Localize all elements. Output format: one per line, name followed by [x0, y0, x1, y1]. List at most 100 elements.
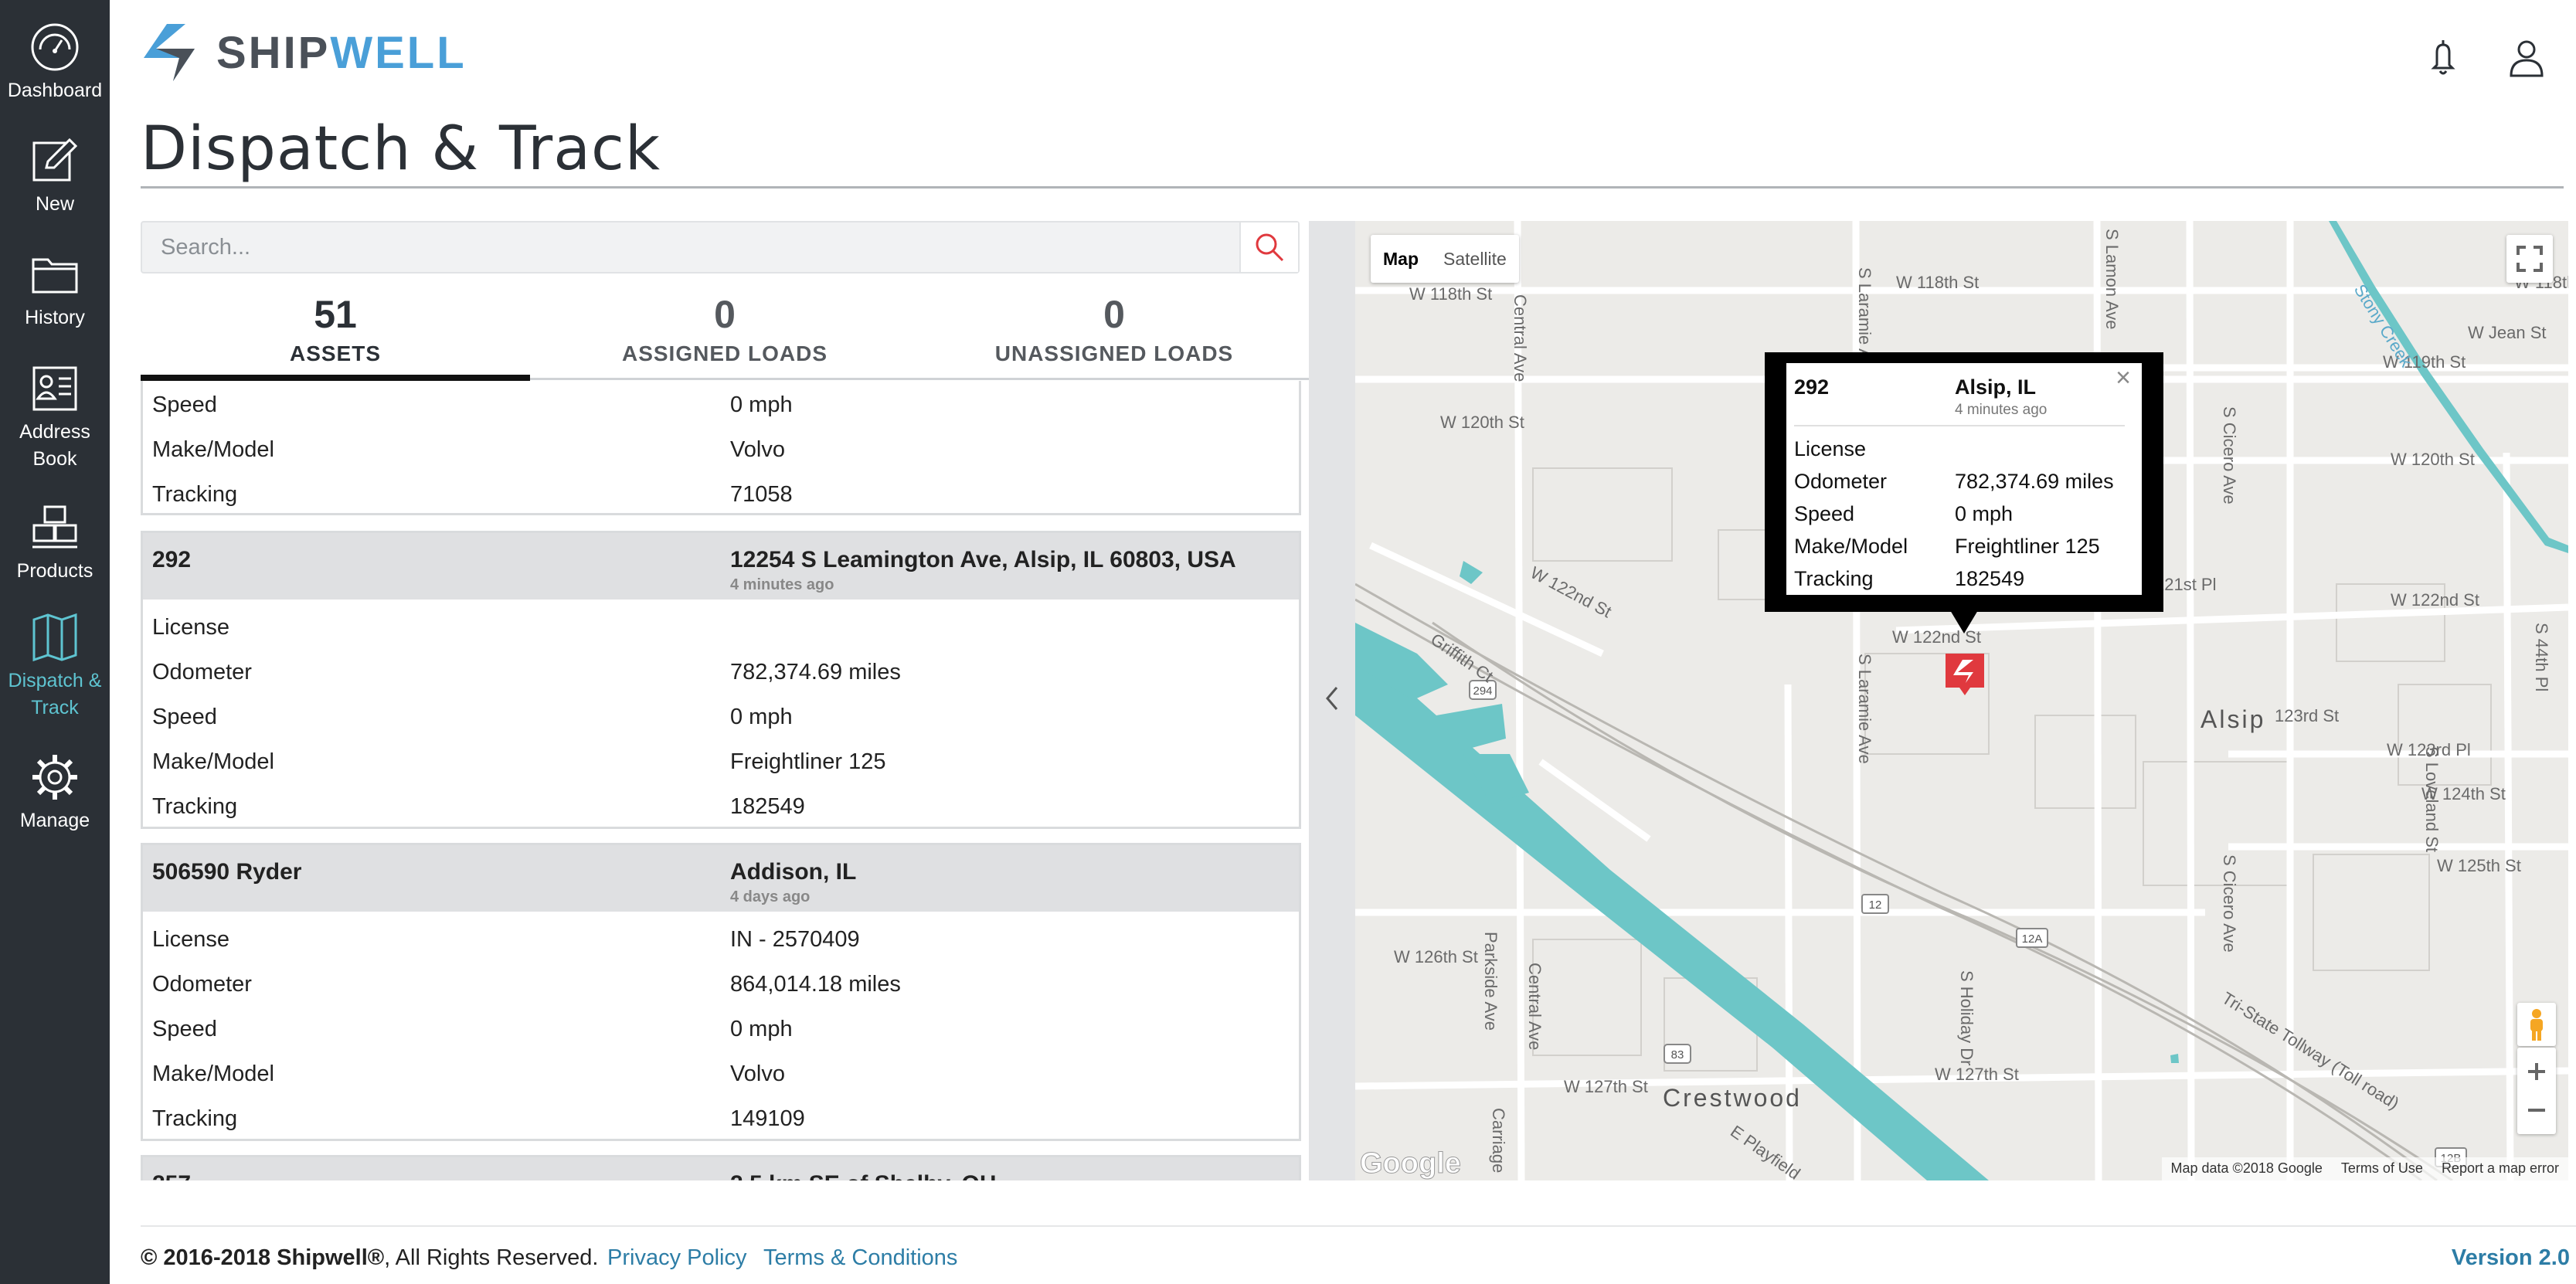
tab-label: ASSETS — [289, 341, 382, 365]
asset-row: Speed 0 mph — [143, 695, 1299, 740]
sidebar-item-new[interactable]: New — [0, 135, 110, 218]
row-key: Tracking — [152, 1106, 238, 1131]
row-value: Volvo — [730, 1062, 785, 1086]
route-shield-12a: 12A — [2022, 932, 2043, 946]
sidebar-item-dashboard[interactable]: Dashboard — [0, 22, 110, 104]
address-book-icon — [32, 366, 77, 411]
user-icon[interactable] — [2505, 36, 2548, 79]
street-label: S Cicero Ave — [2220, 854, 2239, 953]
zoom-out-icon[interactable] — [2523, 1097, 2550, 1123]
info-row: License — [1794, 437, 2134, 461]
info-window-pointer — [1950, 610, 1978, 634]
street-label: W Jean St — [2468, 323, 2546, 342]
info-key: Speed — [1794, 502, 1855, 525]
street-view-button[interactable] — [2517, 1003, 2556, 1046]
info-asset-name: 292 — [1794, 375, 1830, 399]
street-label: Carriage — [1489, 1108, 1508, 1173]
asset-card-header[interactable]: 292 12254 S Leamington Ave, Alsip, IL 60… — [143, 533, 1299, 600]
asset-card[interactable]: 257 2.5 km SE of Shelby, OH — [141, 1155, 1301, 1180]
terms-conditions-link[interactable]: Terms & Conditions — [763, 1245, 957, 1271]
row-key: License — [152, 927, 229, 952]
asset-name: 292 — [152, 547, 192, 572]
asset-card[interactable]: 506590 Ryder Addison, IL 4 days ago Lice… — [141, 843, 1301, 1141]
street-label: Parkside Ave — [1481, 932, 1500, 1031]
shipwell-logo[interactable]: SHIPWELL — [141, 22, 467, 83]
bell-icon[interactable] — [2421, 36, 2465, 79]
tab-label: ASSIGNED LOADS — [621, 341, 828, 365]
report-map-error-link[interactable]: Report a map error — [2432, 1157, 2568, 1180]
info-row: Speed 0 mph — [1794, 502, 2134, 526]
row-value: 182549 — [730, 794, 805, 819]
row-key: Odometer — [152, 972, 252, 997]
row-value: 0 mph — [730, 705, 793, 729]
row-value: 0 mph — [730, 392, 793, 417]
pegman-icon — [2530, 1009, 2543, 1041]
tab-assets[interactable]: 51 ASSETS — [141, 289, 530, 382]
fullscreen-icon — [2517, 246, 2543, 272]
title-divider — [141, 186, 2564, 189]
asset-card[interactable]: 292 12254 S Leamington Ave, Alsip, IL 60… — [141, 531, 1301, 829]
row-value: 149109 — [730, 1106, 805, 1131]
zoom-in-icon[interactable] — [2523, 1058, 2550, 1085]
street-label: W 120th St — [2391, 450, 2475, 469]
search-button[interactable] — [1239, 222, 1298, 272]
map-type-satellite-button[interactable]: Satellite — [1431, 235, 1519, 283]
vehicle-marker[interactable] — [1946, 654, 1984, 695]
tab-unassigned-loads[interactable]: 0 UNASSIGNED LOADS — [919, 289, 1309, 380]
search-box — [141, 221, 1300, 273]
asset-list[interactable]: Speed 0 mph Make/Model Volvo Tracking 71… — [141, 381, 1309, 1180]
asset-card[interactable]: Speed 0 mph Make/Model Volvo Tracking 71… — [141, 381, 1301, 515]
row-value: 864,014.18 miles — [730, 972, 901, 997]
terms-of-use-link[interactable]: Terms of Use — [2332, 1157, 2432, 1180]
row-key: Odometer — [152, 660, 252, 684]
asset-card-header[interactable]: 506590 Ryder Addison, IL 4 days ago — [143, 845, 1299, 912]
sidebar-item-label: Products — [16, 560, 93, 582]
copyright: © 2016-2018 Shipwell®, All Rights Reserv… — [141, 1245, 598, 1271]
privacy-policy-link[interactable]: Privacy Policy — [607, 1245, 747, 1271]
row-key: Tracking — [152, 482, 238, 507]
sidebar-item-products[interactable]: Products — [0, 502, 110, 585]
row-value: 0 mph — [730, 1017, 793, 1041]
route-shield-294: 294 — [1473, 684, 1492, 698]
search-icon — [1256, 233, 1284, 262]
info-row: Make/Model Freightliner 125 — [1794, 535, 2134, 559]
google-logo: Google — [1360, 1147, 1461, 1180]
row-value: IN - 2570409 — [730, 927, 860, 952]
map-view[interactable]: 294 12 12A 83 12B W 118th St W 118th St … — [1355, 221, 2568, 1180]
sidebar-item-dispatch-track[interactable]: Dispatch & Track — [0, 612, 110, 722]
street-label: W 125th St — [2437, 856, 2521, 875]
city-label-alsip: Alsip — [2200, 705, 2265, 733]
asset-card-header[interactable]: 257 2.5 km SE of Shelby, OH — [143, 1157, 1299, 1180]
sidebar-item-address-book[interactable]: Address Book — [0, 363, 110, 473]
asset-last-seen: 4 minutes ago — [730, 576, 834, 593]
info-key: Odometer — [1794, 470, 1888, 493]
asset-row: License IN - 2570409 — [143, 918, 1299, 963]
chevron-left-icon — [1326, 687, 1338, 710]
search-input[interactable] — [161, 222, 1227, 272]
sidebar: Dashboard New History Address Book Produ… — [0, 0, 110, 1284]
map-type-control: Map Satellite — [1371, 235, 1519, 283]
fullscreen-button[interactable] — [2506, 235, 2553, 283]
info-key: License — [1794, 437, 1867, 460]
street-label: W 118th St — [1409, 284, 1492, 304]
info-value: Freightliner 125 — [1955, 535, 2100, 558]
close-icon[interactable]: × — [2116, 363, 2131, 393]
info-value: 182549 — [1955, 567, 2025, 590]
info-value: 782,374.69 miles — [1955, 470, 2114, 493]
map-collapse-bar[interactable] — [1309, 221, 1355, 1180]
row-value: Freightliner 125 — [730, 749, 886, 774]
asset-name: 506590 Ryder — [152, 859, 302, 885]
row-value: 71058 — [730, 482, 793, 507]
street-label: S Loveland St — [2422, 746, 2442, 852]
sidebar-item-manage[interactable]: Manage — [0, 752, 110, 834]
tab-assigned-loads[interactable]: 0 ASSIGNED LOADS — [530, 289, 919, 380]
sidebar-item-label: Dispatch & — [8, 670, 102, 691]
route-shield-12: 12 — [1869, 898, 1882, 912]
map-type-map-button[interactable]: Map — [1371, 235, 1431, 283]
asset-location: 2.5 km SE of Shelby, OH — [730, 1171, 997, 1180]
sidebar-item-history[interactable]: History — [0, 249, 110, 331]
tab-count: 51 — [314, 293, 357, 336]
copyright-holder: © 2016-2018 Shipwell® — [141, 1245, 385, 1270]
row-key: Speed — [152, 1017, 217, 1041]
copyright-rights: , All Rights Reserved. — [384, 1245, 599, 1270]
